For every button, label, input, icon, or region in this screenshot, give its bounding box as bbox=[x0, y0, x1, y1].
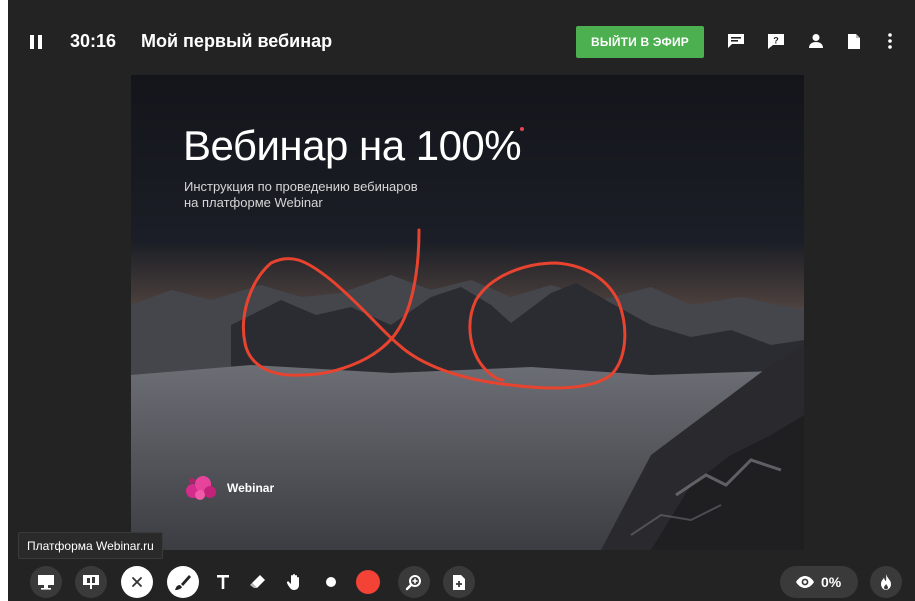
presentation-button[interactable] bbox=[75, 566, 107, 598]
brush-tool[interactable] bbox=[167, 566, 199, 598]
webinar-title: Мой первый вебинар bbox=[141, 31, 333, 51]
zoom-icon bbox=[405, 575, 421, 591]
eraser-tool[interactable] bbox=[242, 566, 274, 598]
pause-button[interactable] bbox=[30, 35, 44, 49]
screen-share-button[interactable] bbox=[30, 566, 62, 598]
eye-icon bbox=[796, 576, 814, 588]
eraser-icon bbox=[250, 575, 265, 588]
viewers-percent: 0% bbox=[821, 574, 842, 590]
left-edge bbox=[0, 0, 8, 601]
pause-icon-bar bbox=[30, 35, 34, 49]
text-icon bbox=[217, 575, 229, 589]
zoom-button[interactable] bbox=[398, 566, 430, 598]
hand-tool[interactable] bbox=[279, 566, 311, 598]
brand-name: Webinar bbox=[227, 481, 275, 495]
tooltip: Платформа Webinar.ru bbox=[18, 532, 163, 559]
svg-text:?: ? bbox=[773, 35, 779, 45]
brand-logo: Webinar bbox=[183, 473, 274, 503]
brush-size-tool[interactable] bbox=[315, 566, 347, 598]
brush-icon bbox=[175, 575, 191, 590]
timer: 30:16 bbox=[70, 31, 117, 51]
text-tool[interactable] bbox=[207, 566, 239, 598]
color-swatch bbox=[356, 570, 380, 594]
person-icon[interactable] bbox=[806, 31, 826, 51]
presentation-icon bbox=[83, 575, 99, 589]
pause-icon-bar bbox=[38, 35, 42, 49]
document-icon[interactable] bbox=[844, 31, 864, 51]
color-picker[interactable] bbox=[352, 566, 384, 598]
monitor-icon bbox=[38, 575, 54, 590]
close-tools-button[interactable] bbox=[121, 566, 153, 598]
go-live-button[interactable]: ВЫЙТИ В ЭФИР bbox=[576, 26, 704, 58]
add-file-button[interactable] bbox=[443, 566, 475, 598]
flame-button[interactable] bbox=[870, 566, 902, 598]
flame-icon bbox=[881, 574, 891, 590]
viewers-counter[interactable]: 0% bbox=[780, 566, 858, 598]
add-file-icon bbox=[453, 574, 465, 590]
close-icon bbox=[132, 577, 142, 587]
chat-icon[interactable] bbox=[726, 31, 746, 51]
presentation-slide[interactable]: Вебинар на 100% Инструкция по проведению… bbox=[131, 75, 804, 550]
more-vertical-icon[interactable] bbox=[880, 31, 900, 51]
webinar-logo-icon bbox=[186, 476, 216, 500]
hand-icon bbox=[286, 574, 299, 590]
question-icon[interactable]: ? bbox=[766, 31, 786, 51]
dot-size-icon bbox=[326, 577, 336, 587]
